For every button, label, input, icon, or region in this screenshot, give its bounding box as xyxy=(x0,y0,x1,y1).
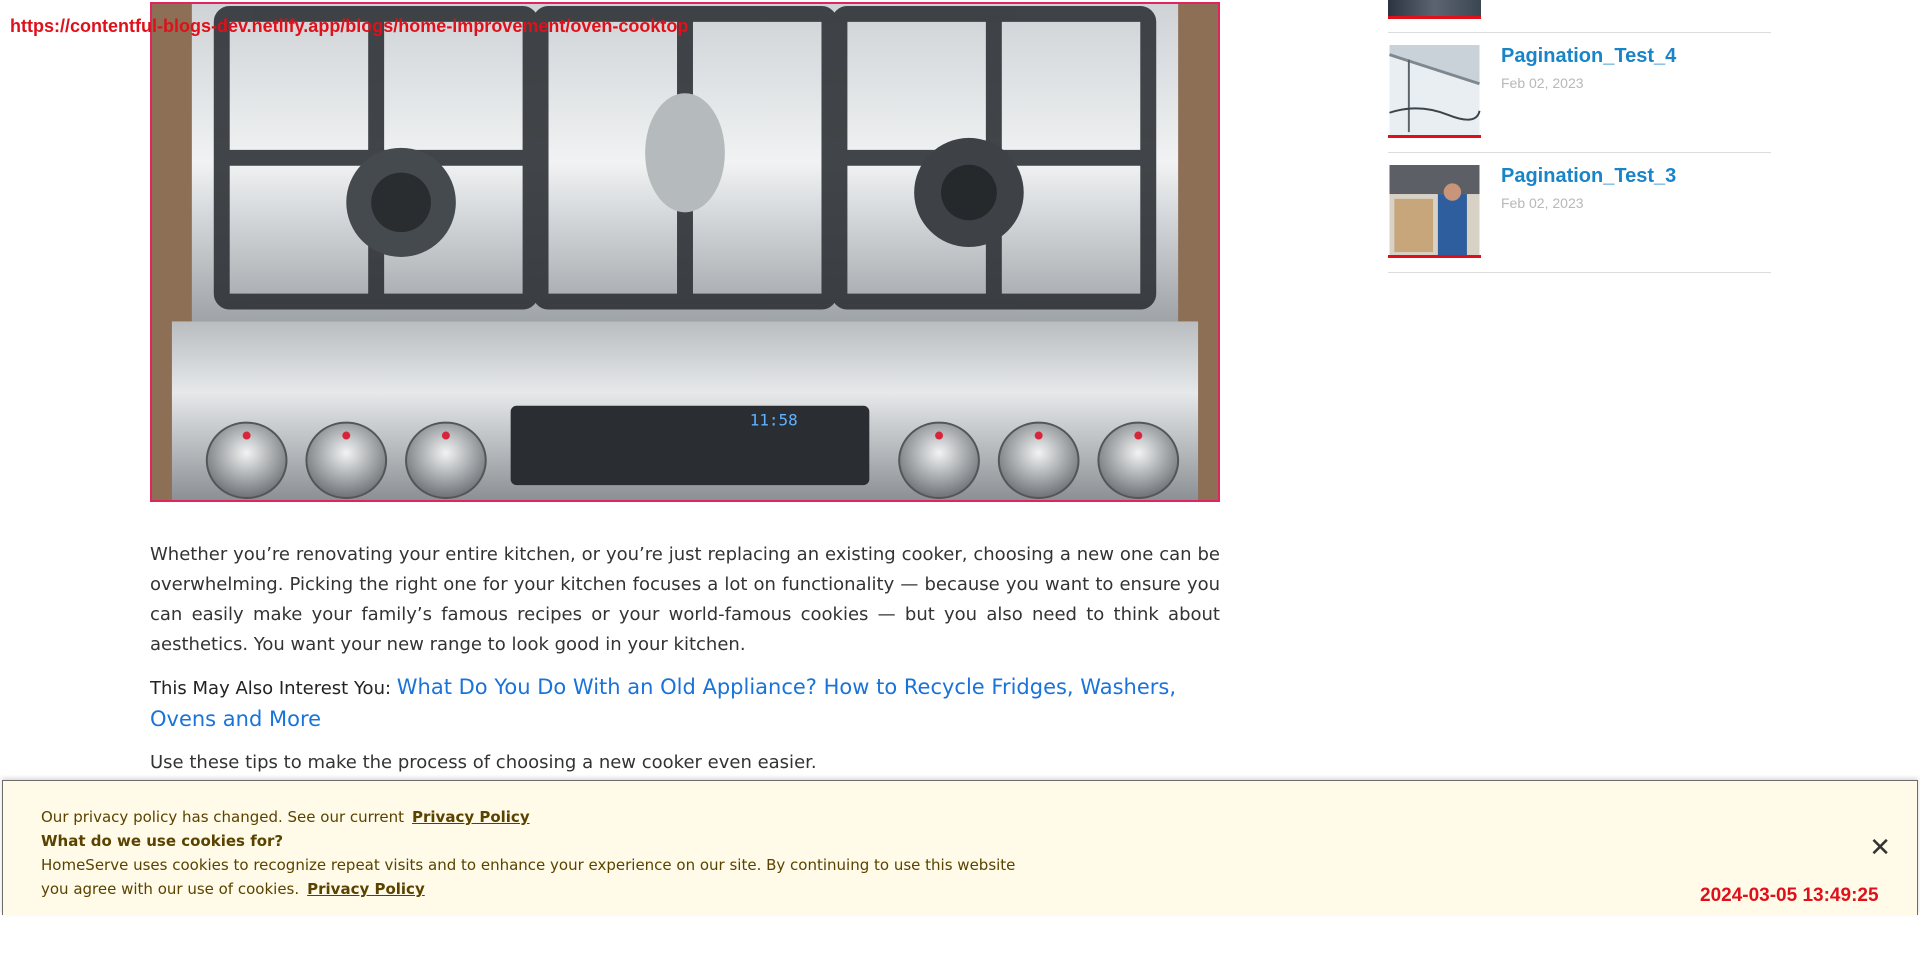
privacy-change-line: Our privacy policy has changed. See our … xyxy=(41,805,1031,829)
url-overlay: https://contentful-blogs-dev.netlify.app… xyxy=(10,16,689,36)
sidebar-post-title[interactable]: Pagination_Test_3 xyxy=(1501,165,1676,188)
privacy-policy-link[interactable]: Privacy Policy xyxy=(307,880,425,898)
post-thumbnail[interactable] xyxy=(1388,0,1481,19)
technician-photo-icon[interactable] xyxy=(1388,165,1481,258)
sidebar-post-title[interactable]: Pagination_Test_4 xyxy=(1501,45,1676,68)
timestamp-overlay: 2024-03-05 13:49:25 xyxy=(1700,885,1879,906)
sidebar-post-item[interactable]: Pagination_Test_4 Feb 02, 2023 xyxy=(1388,33,1771,153)
close-icon[interactable]: ✕ xyxy=(1869,835,1891,861)
tips-paragraph: Use these tips to make the process of ch… xyxy=(150,752,817,773)
sidebar-previous-item[interactable] xyxy=(1388,0,1771,33)
related-posts-sidebar: Pagination_Test_4 Feb 02, 2023 Paginatio… xyxy=(1388,0,1771,273)
cookie-banner: Our privacy policy has changed. See our … xyxy=(2,780,1918,915)
article-body: Whether you’re renovating your entire ki… xyxy=(150,540,1220,790)
interest-callout: This May Also Interest You: What Do You … xyxy=(150,672,1220,736)
sidebar-post-item[interactable]: Pagination_Test_3 Feb 02, 2023 xyxy=(1388,153,1771,273)
cookie-body: HomeServe uses cookies to recognize repe… xyxy=(41,853,1031,901)
cookie-heading: What do we use cookies for? xyxy=(41,829,1031,853)
roof-gutter-photo-icon[interactable] xyxy=(1388,45,1481,138)
article-paragraph: Whether you’re renovating your entire ki… xyxy=(150,544,1220,655)
sidebar-post-date: Feb 02, 2023 xyxy=(1501,195,1584,211)
range-illustration: 11:58 xyxy=(152,4,1218,500)
hero-image: 11:58 xyxy=(150,2,1220,502)
sidebar-post-date: Feb 02, 2023 xyxy=(1501,75,1584,91)
oven-display: 11:58 xyxy=(750,411,798,430)
privacy-change-text: Our privacy policy has changed. See our … xyxy=(41,808,405,826)
cookie-text: Our privacy policy has changed. See our … xyxy=(41,805,1031,901)
interest-label: This May Also Interest You: xyxy=(150,678,392,699)
cookie-body-text: HomeServe uses cookies to recognize repe… xyxy=(41,856,1016,898)
privacy-policy-link[interactable]: Privacy Policy xyxy=(412,808,530,826)
cookie-heading-text: What do we use cookies for? xyxy=(41,832,284,850)
